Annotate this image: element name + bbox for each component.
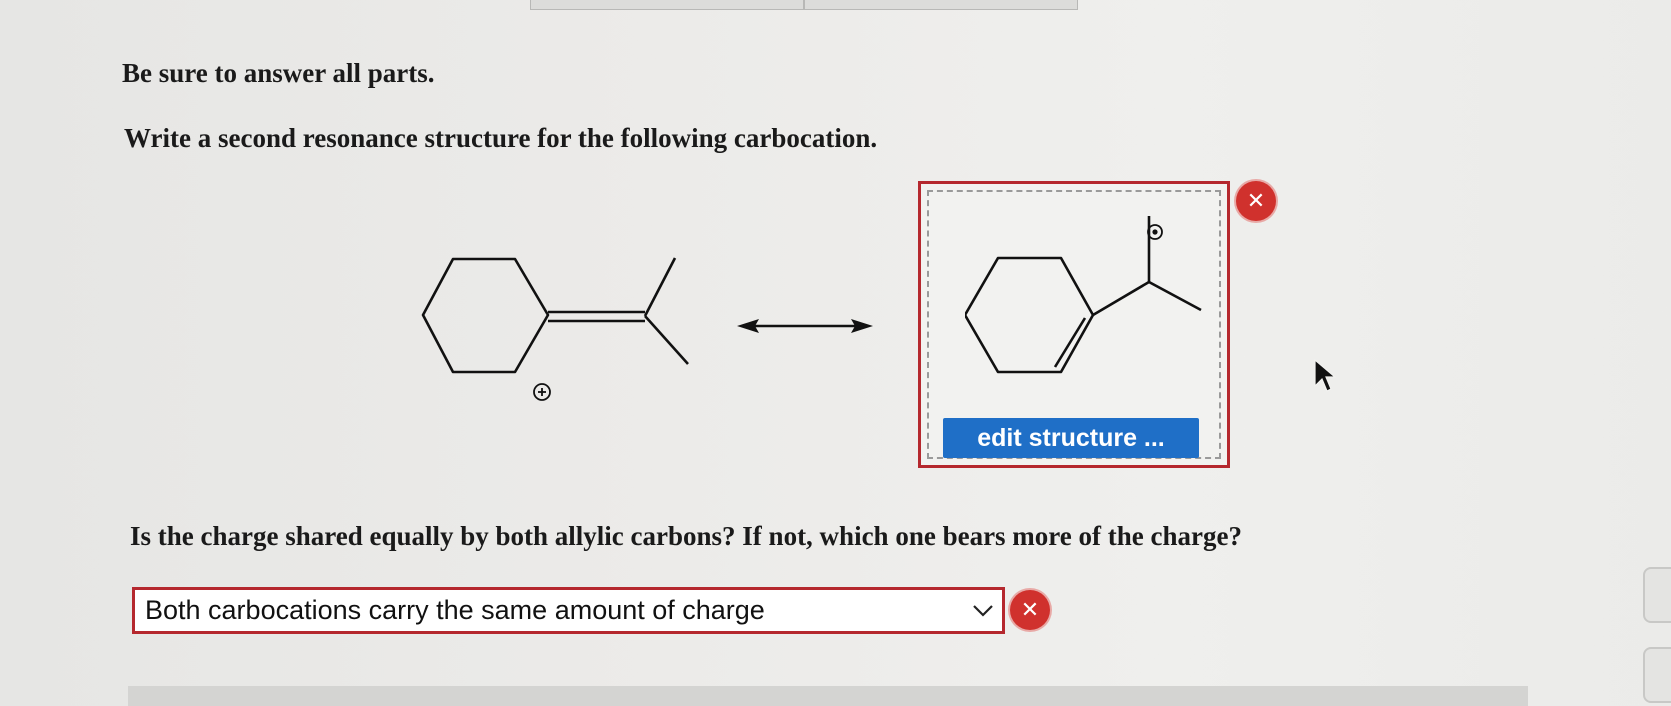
select-error-icon: ✕ [1010, 590, 1050, 630]
positive-charge-icon [533, 383, 551, 401]
drawn-resonance-structure [965, 216, 1202, 374]
double-headed-arrow-icon [737, 319, 873, 333]
bottom-panel-edge [128, 686, 1528, 706]
chevron-down-icon[interactable] [972, 604, 994, 618]
charge-answer-selected: Both carbocations carry the same amount … [145, 595, 765, 625]
edit-structure-button[interactable]: edit structure ... [943, 418, 1199, 458]
question-resonance: Write a second resonance structure for t… [124, 123, 878, 153]
top-tab-right[interactable] [804, 0, 1078, 10]
mouse-pointer-icon [1314, 358, 1337, 392]
side-button-lower[interactable] [1643, 647, 1671, 703]
structure-drawing-area[interactable]: edit structure ... [927, 190, 1221, 459]
charge-answer-select[interactable]: Both carbocations carry the same amount … [132, 587, 1005, 634]
side-button-upper[interactable] [1643, 567, 1671, 623]
question-charge-sharing: Is the charge shared equally by both all… [130, 521, 1242, 551]
given-carbocation-structure [421, 257, 689, 401]
top-tab-strip [530, 0, 1078, 10]
instruction-answer-all: Be sure to answer all parts. [122, 58, 435, 88]
top-tab-left[interactable] [530, 0, 804, 10]
structure-error-icon: ✕ [1236, 181, 1276, 221]
structure-answer-box[interactable]: edit structure ... [918, 181, 1230, 468]
